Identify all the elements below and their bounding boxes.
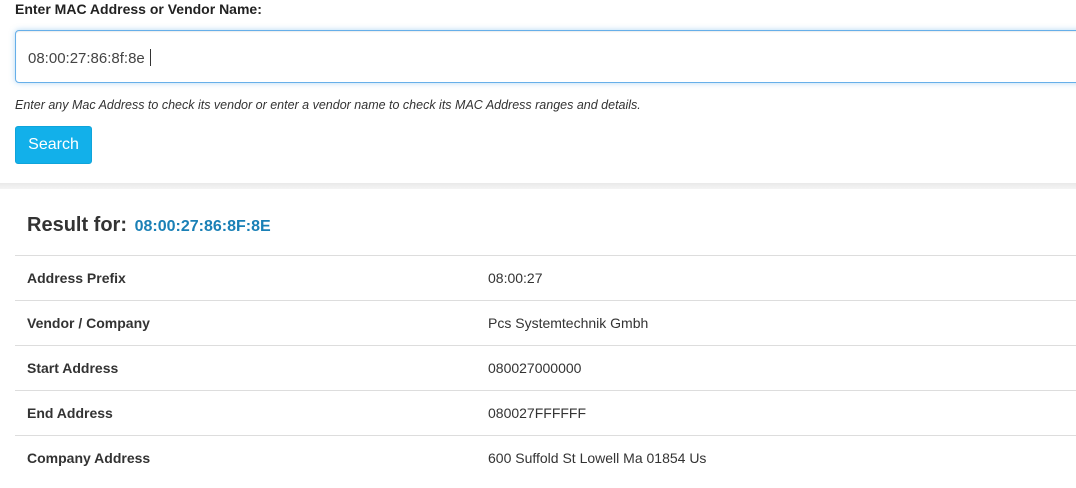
table-row-end-address: End Address 080027FFFFFF [15, 390, 1076, 435]
row-value: 080027000000 [488, 360, 582, 376]
row-value: 600 Suffold St Lowell Ma 01854 Us [488, 450, 707, 466]
row-value: Pcs Systemtechnik Gmbh [488, 315, 649, 331]
result-mac-address: 08:00:27:86:8F:8E [134, 218, 271, 235]
search-help-text: Enter any Mac Address to check its vendo… [15, 98, 641, 112]
text-caret [149, 49, 151, 66]
row-label: Company Address [27, 450, 151, 466]
result-heading: Result for: 08:00:27:86:8F:8E [27, 214, 271, 237]
table-row-address-prefix: Address Prefix 08:00:27 [15, 255, 1076, 300]
table-row-company-address: Company Address 600 Suffold St Lowell Ma… [15, 435, 1076, 480]
row-label: Start Address [27, 360, 119, 376]
section-divider [0, 183, 1076, 189]
table-row-vendor: Vendor / Company Pcs Systemtechnik Gmbh [15, 300, 1076, 345]
search-input-value[interactable]: 08:00:27:86:8f:8e [28, 49, 151, 68]
search-button[interactable]: Search [15, 126, 92, 164]
result-table: Address Prefix 08:00:27 Vendor / Company… [15, 255, 1076, 480]
search-field-label: Enter MAC Address or Vendor Name: [15, 1, 262, 17]
row-value: 08:00:27 [488, 270, 543, 286]
result-title: Result for: [27, 214, 127, 236]
table-row-start-address: Start Address 080027000000 [15, 345, 1076, 390]
row-label: Vendor / Company [27, 315, 150, 331]
row-value: 080027FFFFFF [488, 405, 587, 421]
row-label: Address Prefix [27, 270, 126, 286]
mac-search-input[interactable]: 08:00:27:86:8f:8e [15, 30, 1076, 83]
row-label: End Address [27, 405, 113, 421]
